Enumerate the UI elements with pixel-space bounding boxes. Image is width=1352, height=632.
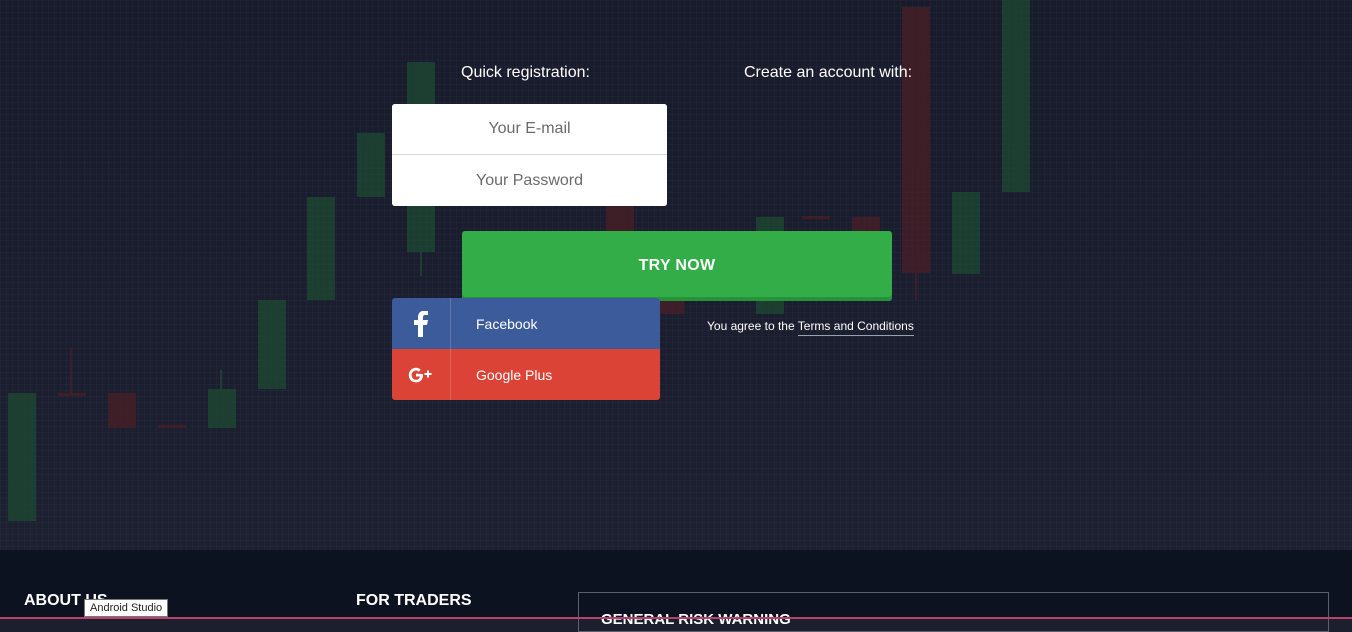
candle (208, 389, 236, 428)
candle (258, 300, 286, 389)
registration-form (392, 104, 667, 206)
hero-section: Quick registration: Create an account wi… (0, 0, 1352, 550)
facebook-icon (392, 298, 451, 349)
risk-warning-box: GENERAL RISK WARNING (578, 592, 1329, 632)
facebook-login-button[interactable]: Facebook (392, 298, 660, 349)
candle (357, 133, 385, 197)
candle (656, 300, 684, 314)
candle-wick (915, 272, 917, 300)
candle (1002, 0, 1030, 192)
try-now-button[interactable]: TRY NOW (462, 231, 892, 301)
email-field[interactable] (392, 104, 667, 155)
candle (606, 206, 634, 232)
facebook-label: Facebook (476, 315, 538, 332)
candle (58, 393, 86, 396)
terms-agreement: You agree to the Terms and Conditions (707, 319, 914, 336)
create-account-label: Create an account with: (744, 64, 913, 81)
google-plus-icon (392, 349, 451, 400)
candle (158, 425, 186, 428)
candle (952, 192, 980, 274)
candle (307, 197, 335, 300)
taskbar-tooltip: Android Studio (84, 599, 169, 617)
candle-group-left (8, 62, 435, 521)
candle-wick (220, 370, 222, 390)
google-plus-login-button[interactable]: Google Plus (392, 349, 660, 400)
terms-prefix: You agree to the (707, 319, 795, 333)
risk-warning-title: GENERAL RISK WARNING (601, 611, 791, 628)
quick-registration-label: Quick registration: (461, 64, 590, 81)
candle (802, 216, 830, 219)
candle (8, 393, 36, 521)
candle-wick (420, 250, 422, 276)
candle (108, 393, 136, 428)
password-field[interactable] (392, 155, 667, 206)
candle-wick (70, 348, 72, 393)
footer: ABOUT US FOR TRADERS GENERAL RISK WARNIN… (0, 550, 1352, 632)
footer-for-traders-heading[interactable]: FOR TRADERS (356, 592, 472, 610)
candle (852, 217, 880, 231)
candle (902, 7, 930, 273)
google-plus-label: Google Plus (476, 366, 553, 383)
terms-link[interactable]: Terms and Conditions (797, 319, 914, 336)
